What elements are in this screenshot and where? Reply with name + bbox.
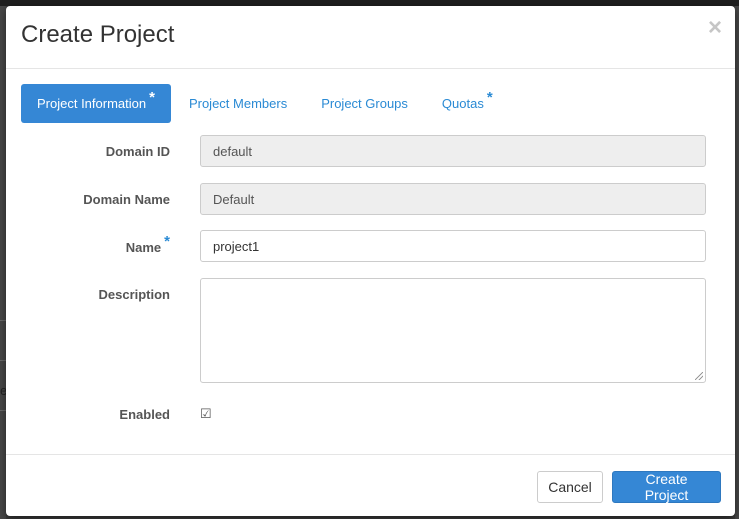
tab-project-members[interactable]: Project Members: [173, 84, 303, 123]
required-marker: *: [149, 89, 155, 106]
domain-id-label: Domain ID: [105, 144, 170, 159]
enabled-label: Enabled: [119, 407, 170, 422]
required-marker: *: [486, 89, 493, 106]
name-field[interactable]: project1: [200, 230, 706, 262]
background-right-strip: [735, 6, 739, 519]
form-row-description: Description: [6, 278, 735, 383]
form-row-domain-id: Domain ID default: [6, 135, 735, 167]
tab-label: Project Members: [188, 96, 288, 111]
domain-name-field: Default: [200, 183, 706, 215]
cancel-button[interactable]: Cancel: [537, 471, 603, 503]
close-icon[interactable]: ×: [708, 16, 722, 40]
domain-id-field: default: [200, 135, 706, 167]
tab-label: Project Groups: [321, 96, 408, 111]
name-label: Name *: [20, 233, 170, 256]
form-row-name: Name * project1: [6, 230, 735, 262]
modal-header: Create Project ×: [6, 6, 735, 69]
form-row-domain-name: Domain Name Default: [6, 183, 735, 215]
enabled-checkbox[interactable]: ☑: [200, 407, 213, 420]
tab-quotas[interactable]: Quotas *: [426, 84, 509, 123]
description-label: Description: [98, 287, 170, 302]
tab-project-groups[interactable]: Project Groups: [305, 84, 424, 123]
create-project-button[interactable]: Create Project: [612, 471, 721, 503]
tab-label: Quotas: [441, 96, 484, 111]
resize-handle-icon[interactable]: [695, 372, 703, 380]
modal-title: Create Project: [21, 21, 175, 48]
tab-label: Project Information: [37, 96, 147, 111]
form-row-enabled: Enabled ☑: [6, 406, 735, 422]
required-marker: *: [164, 233, 170, 250]
wizard-tabs: Project Information * Project Members Pr…: [21, 84, 511, 124]
modal-footer: Cancel Create Project: [6, 454, 735, 516]
tab-project-information[interactable]: Project Information *: [21, 84, 171, 123]
name-label-text: Name: [125, 240, 162, 255]
description-textarea[interactable]: [200, 278, 706, 383]
domain-name-label: Domain Name: [83, 192, 170, 207]
create-project-dialog: Create Project × Project Information * P…: [6, 6, 735, 516]
